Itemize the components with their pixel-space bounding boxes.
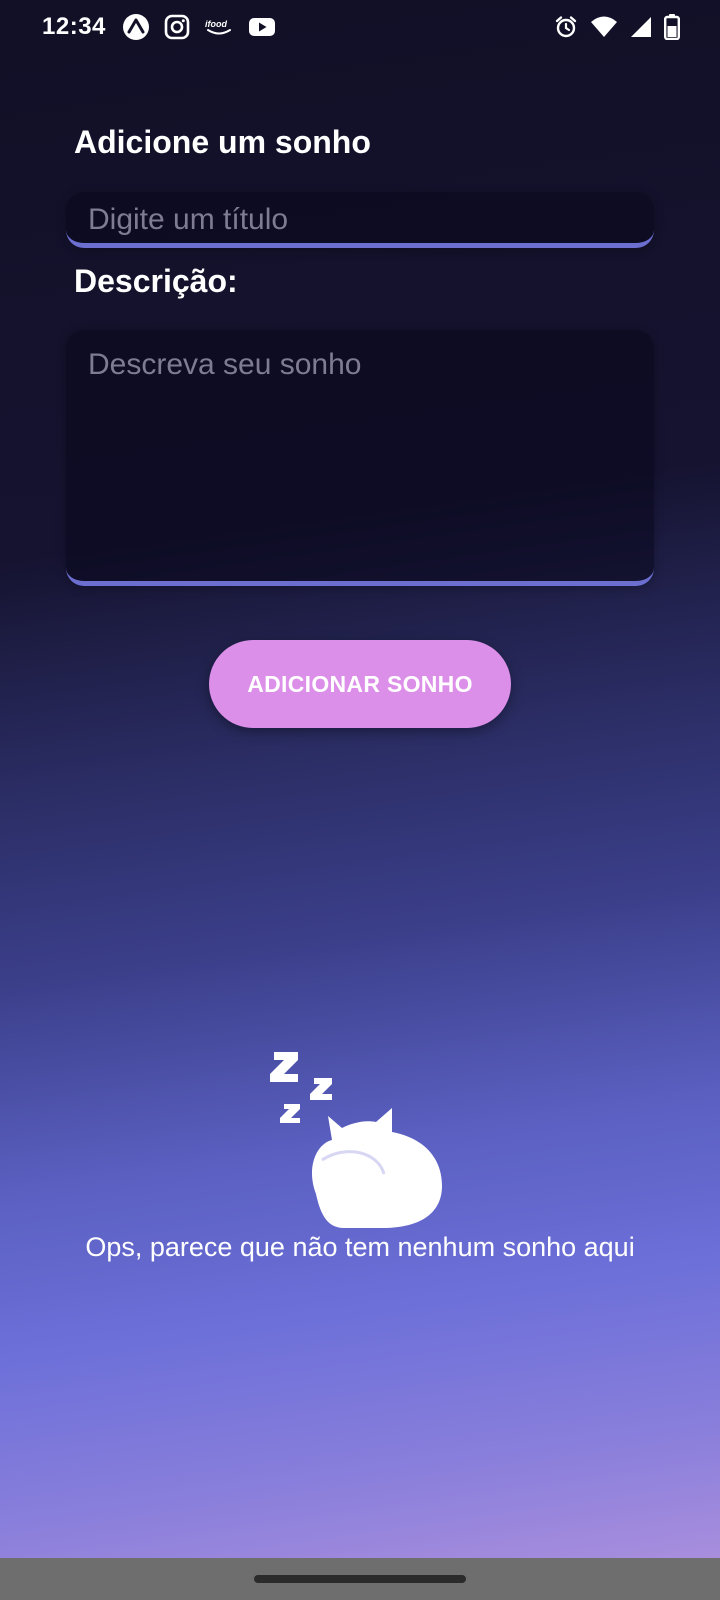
description-heading: Descrição: <box>74 263 238 299</box>
status-right <box>554 14 680 40</box>
alarm-icon <box>554 15 578 39</box>
empty-state-message: Ops, parece que não tem nenhum sonho aqu… <box>85 1232 635 1262</box>
title-heading: Adicione um sonho <box>74 124 371 160</box>
description-field[interactable] <box>66 330 654 586</box>
description-input[interactable] <box>66 330 654 581</box>
ifood-icon: ifood <box>204 17 234 37</box>
youtube-icon <box>248 16 276 38</box>
status-bar: 12:34 ifood <box>0 0 720 54</box>
navigation-bar <box>0 1558 720 1600</box>
wifi-icon <box>590 15 618 39</box>
title-field[interactable] <box>66 192 654 248</box>
cell-signal-icon <box>630 16 652 38</box>
ifood-logo-text: ifood <box>205 19 227 29</box>
clock: 12:34 <box>42 13 106 40</box>
status-left: 12:34 ifood <box>42 13 276 41</box>
battery-icon <box>664 14 680 40</box>
home-gesture-handle[interactable] <box>254 1575 466 1583</box>
instagram-icon <box>164 14 190 40</box>
title-input[interactable] <box>66 192 654 243</box>
add-dream-button[interactable]: ADICIONAR SONHO <box>209 640 511 728</box>
expo-icon <box>122 13 150 41</box>
sleeping-cat-icon <box>266 1048 456 1228</box>
